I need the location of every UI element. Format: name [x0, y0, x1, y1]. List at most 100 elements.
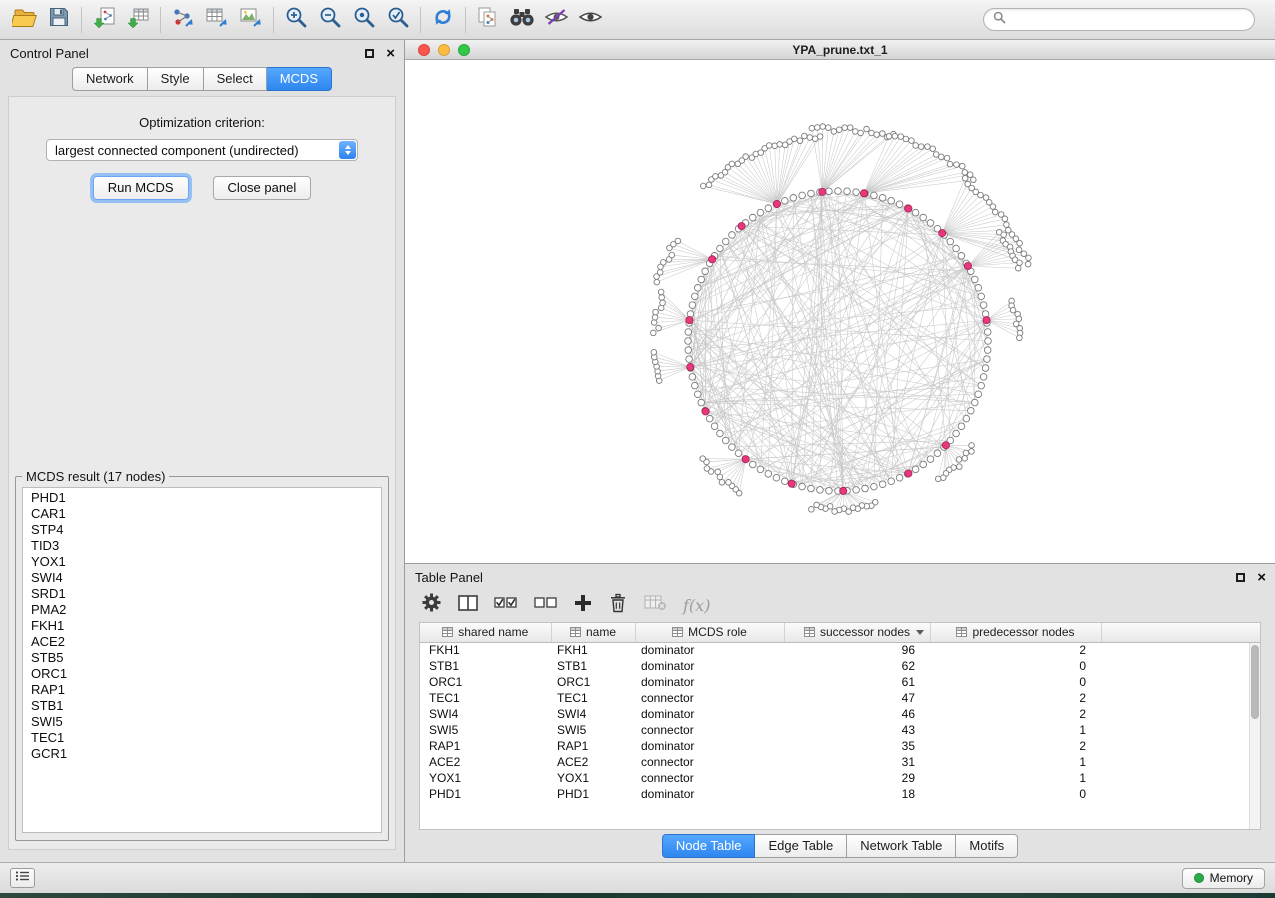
table-row[interactable]: YOX1YOX1connector291: [420, 770, 1260, 786]
mcds-result-item[interactable]: TID3: [23, 538, 381, 554]
mcds-result-list[interactable]: PHD1CAR1STP4TID3YOX1SWI4SRD1PMA2FKH1ACE2…: [22, 487, 382, 833]
optimization-criterion-label: Optimization criterion:: [139, 115, 265, 130]
network-canvas[interactable]: [405, 60, 1275, 563]
table-panel-title: Table Panel: [415, 570, 483, 585]
table-row[interactable]: PHD1PHD1dominator180: [420, 786, 1260, 802]
right-column: YPA_prune.txt_1 Table Panel: [405, 40, 1275, 862]
mcds-result-item[interactable]: STB5: [23, 650, 381, 666]
column-header-successor-nodes[interactable]: successor nodes: [784, 623, 930, 642]
table-row[interactable]: FKH1FKH1dominator962: [420, 642, 1260, 658]
create-column-button[interactable]: [574, 592, 592, 618]
table-row[interactable]: ACE2ACE2connector311: [420, 754, 1260, 770]
copy-network-button[interactable]: [471, 5, 505, 35]
select-all-columns-button[interactable]: [494, 592, 518, 618]
table-vertical-scrollbar[interactable]: [1249, 643, 1260, 829]
column-header-predecessor-nodes[interactable]: predecessor nodes: [930, 623, 1101, 642]
mcds-result-item[interactable]: ORC1: [23, 666, 381, 682]
window-close-icon[interactable]: [418, 44, 430, 56]
tab-select[interactable]: Select: [204, 67, 267, 91]
mcds-result-item[interactable]: TEC1: [23, 730, 381, 746]
first-neighbors-button[interactable]: [505, 5, 539, 35]
criterion-select[interactable]: largest connected component (undirected): [46, 139, 358, 161]
mcds-result-item[interactable]: YOX1: [23, 554, 381, 570]
close-table-panel-icon[interactable]: ×: [1257, 570, 1266, 585]
save-session-button[interactable]: [42, 5, 76, 35]
show-columns-button[interactable]: [458, 592, 478, 618]
tab-mcds[interactable]: MCDS: [267, 67, 332, 91]
zoom-out-button[interactable]: [313, 5, 347, 35]
table-row[interactable]: RAP1RAP1dominator352: [420, 738, 1260, 754]
column-header-shared-name[interactable]: shared name: [420, 623, 551, 642]
hide-graphics-details-button[interactable]: [539, 5, 573, 35]
table-row[interactable]: STB1STB1dominator620: [420, 658, 1260, 674]
table-row[interactable]: ORC1ORC1dominator610: [420, 674, 1260, 690]
deselect-all-columns-button[interactable]: [534, 592, 558, 618]
mcds-result-item[interactable]: GCR1: [23, 746, 381, 762]
window-minimize-icon[interactable]: [438, 44, 450, 56]
mcds-tab-content: Optimization criterion: largest connecte…: [8, 96, 396, 850]
run-mcds-button[interactable]: Run MCDS: [93, 176, 189, 200]
open-session-button[interactable]: [8, 5, 42, 35]
mcds-result-item[interactable]: ACE2: [23, 634, 381, 650]
float-table-panel-icon[interactable]: [1236, 573, 1245, 582]
tab-network[interactable]: Network: [72, 67, 148, 91]
export-image-button[interactable]: [234, 5, 268, 35]
float-panel-icon[interactable]: [365, 49, 374, 58]
sort-descending-icon[interactable]: [916, 630, 924, 635]
tab-network-table[interactable]: Network Table: [847, 834, 956, 858]
toolbar-separator: [273, 7, 274, 33]
eye-icon: [578, 8, 603, 31]
search-box[interactable]: [983, 8, 1255, 31]
show-graphics-details-button[interactable]: [573, 5, 607, 35]
column-header-name[interactable]: name: [551, 623, 635, 642]
import-network-button[interactable]: [87, 5, 121, 35]
task-history-button[interactable]: [10, 868, 35, 888]
refresh-icon: [431, 5, 455, 34]
select-stepper-icon: [339, 141, 356, 159]
mcds-result-item[interactable]: CAR1: [23, 506, 381, 522]
export-table-button[interactable]: [200, 5, 234, 35]
table-row[interactable]: SWI5SWI5connector431: [420, 722, 1260, 738]
mcds-result-item[interactable]: PHD1: [23, 490, 381, 506]
mcds-result-item[interactable]: SWI5: [23, 714, 381, 730]
mcds-result-item[interactable]: SRD1: [23, 586, 381, 602]
close-panel-icon[interactable]: ×: [386, 46, 395, 61]
network-window-title: YPA_prune.txt_1: [405, 43, 1275, 57]
mcds-result-item[interactable]: PMA2: [23, 602, 381, 618]
tab-style[interactable]: Style: [148, 67, 204, 91]
import-table-button[interactable]: [121, 5, 155, 35]
memory-button[interactable]: Memory: [1182, 868, 1265, 889]
node-table-container: shared name name MCDS role successor n: [419, 622, 1261, 830]
network-window-titlebar[interactable]: YPA_prune.txt_1: [405, 40, 1275, 60]
export-network-button[interactable]: [166, 5, 200, 35]
import-table-icon: [126, 6, 150, 34]
mcds-result-item[interactable]: FKH1: [23, 618, 381, 634]
mcds-result-item[interactable]: SWI4: [23, 570, 381, 586]
toolbar-separator: [160, 7, 161, 33]
mcds-result-item[interactable]: STB1: [23, 698, 381, 714]
columns-icon: [458, 594, 478, 617]
delete-column-button[interactable]: [608, 592, 628, 618]
tab-edge-table[interactable]: Edge Table: [755, 834, 847, 858]
search-icon: [993, 11, 1006, 29]
refresh-view-button[interactable]: [426, 5, 460, 35]
mcds-result-item[interactable]: RAP1: [23, 682, 381, 698]
table-row[interactable]: SWI4SWI4dominator462: [420, 706, 1260, 722]
mcds-result-item[interactable]: STP4: [23, 522, 381, 538]
table-row[interactable]: TEC1TEC1connector472: [420, 690, 1260, 706]
search-input[interactable]: [1011, 12, 1245, 28]
tab-node-table[interactable]: Node Table: [662, 834, 756, 858]
control-panel-title: Control Panel: [10, 46, 89, 61]
close-panel-button[interactable]: Close panel: [213, 176, 312, 200]
table-settings-button[interactable]: [421, 592, 442, 618]
window-maximize-icon[interactable]: [458, 44, 470, 56]
zoom-fit-button[interactable]: [381, 5, 415, 35]
zoom-in-button[interactable]: [279, 5, 313, 35]
tab-motifs[interactable]: Motifs: [956, 834, 1018, 858]
column-attr-icon: [672, 627, 683, 637]
toolbar-separator: [420, 7, 421, 33]
desktop-background-strip: [0, 893, 1275, 898]
column-header-mcds-role[interactable]: MCDS role: [635, 623, 784, 642]
zoom-selected-button[interactable]: [347, 5, 381, 35]
scrollbar-thumb[interactable]: [1251, 645, 1259, 719]
